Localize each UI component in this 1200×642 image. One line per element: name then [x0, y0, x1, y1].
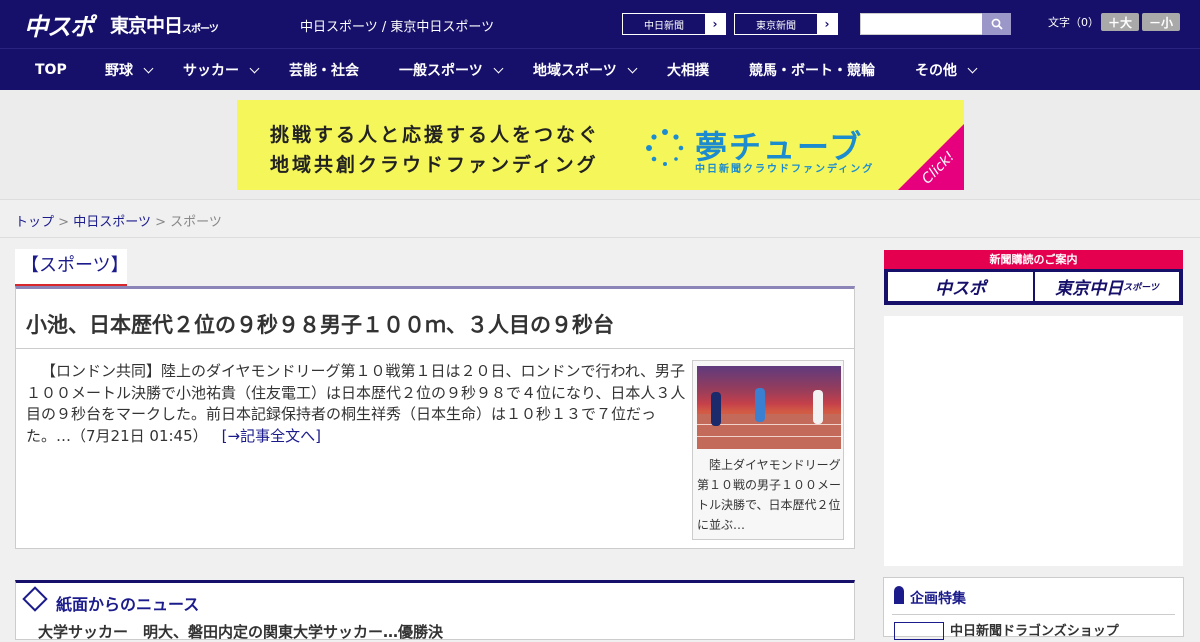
nav-item-general-sports[interactable]: 一般スポーツ	[399, 49, 504, 91]
article-header: 小池、日本歴代２位の９秒９８男子１００ｍ、３人目の９秒台	[16, 289, 854, 349]
article-title[interactable]: 小池、日本歴代２位の９秒９８男子１００ｍ、３人目の９秒台	[26, 309, 614, 339]
subscribe-chuspo-button[interactable]: 中スポ	[888, 272, 1033, 301]
nav-label: サッカー	[183, 63, 239, 79]
tokyo-chunichi-logo[interactable]: 東京中日スポーツ	[110, 11, 219, 38]
search-input[interactable]	[860, 13, 983, 35]
chevron-down-icon	[627, 63, 638, 73]
subscription-box: 新聞購読のご案内 中スポ 東京中日 スポーツ	[884, 250, 1183, 305]
article-photo[interactable]	[697, 366, 841, 449]
font-size-label: 文字（0）	[1048, 16, 1099, 29]
ribbon-icon	[894, 586, 904, 604]
runner-figure	[711, 392, 721, 426]
chevron-right-icon: ›	[705, 14, 725, 34]
breadcrumb-site[interactable]: 中日スポーツ	[73, 215, 151, 230]
breadcrumb-area: トップ > 中日スポーツ > スポーツ	[0, 201, 1200, 238]
subscribe-tokyo-main: 東京中日	[1055, 279, 1124, 299]
article-photo-card[interactable]: 陸上ダイヤモンドリーグ第１０戦の男子１００メートル決勝で、日本歴代２位に並ぶ…	[692, 360, 844, 540]
chunichi-shimbun-button[interactable]: 中日新聞 ›	[622, 13, 726, 35]
nav-item-other[interactable]: その他	[915, 49, 978, 91]
tokyo-shimbun-label: 東京新聞	[756, 20, 796, 32]
breadcrumb-sep: >	[58, 215, 70, 230]
news-item[interactable]: 大学サッカー 明大、磐田内定の関東大学サッカー…優勝決	[38, 621, 443, 642]
news-from-paper: 紙面からのニュース 大学サッカー 明大、磐田内定の関東大学サッカー…優勝決	[15, 580, 855, 642]
main-nav: TOP 野球 サッカー 芸能・社会 一般スポーツ 地域スポーツ 大相撲 競馬・ボ…	[0, 48, 1200, 90]
font-larger-button[interactable]: ＋大	[1101, 13, 1139, 31]
ad-slot	[884, 316, 1183, 566]
nav-label: TOP	[35, 62, 67, 78]
nav-item-sumo[interactable]: 大相撲	[667, 49, 709, 91]
banner-line1: 挑戦する人と応援する人をつなぐ	[270, 124, 601, 146]
article-card: 小池、日本歴代２位の９秒９８男子１００ｍ、３人目の９秒台 【ロンドン共同】陸上の…	[15, 286, 855, 549]
feature-box: 企画特集 中日新聞ドラゴンズショップ	[883, 577, 1184, 640]
subscribe-tokyo-small: スポーツ	[1123, 283, 1159, 293]
nav-label: 大相撲	[667, 63, 709, 79]
breadcrumb-home[interactable]: トップ	[15, 215, 54, 230]
banner-brand-sub: 中日新聞クラウドファンディング	[695, 164, 875, 175]
nav-item-baseball[interactable]: 野球	[105, 49, 154, 91]
tokyo-shimbun-button[interactable]: 東京新聞 ›	[734, 13, 838, 35]
divider	[892, 614, 1175, 615]
subscribe-tokyo-button[interactable]: 東京中日 スポーツ	[1035, 272, 1179, 301]
tokyo-logo-main: 東京中日	[110, 15, 183, 37]
chevron-down-icon	[143, 63, 154, 73]
chevron-right-icon: ›	[817, 14, 837, 34]
section-title: 【スポーツ】	[15, 249, 129, 287]
runner-figure	[755, 388, 765, 422]
font-smaller-button[interactable]: －小	[1142, 13, 1180, 31]
read-more-link[interactable]: [→記事全文へ]	[222, 427, 321, 445]
site-links[interactable]: 中日スポーツ / 東京中日スポーツ	[300, 16, 494, 35]
search-icon	[991, 18, 1003, 30]
nav-label: 一般スポーツ	[399, 63, 483, 79]
chunichi-shimbun-label: 中日新聞	[644, 20, 684, 32]
article-date: （7月21日 01:45）	[71, 426, 208, 445]
nav-label: 地域スポーツ	[533, 63, 617, 79]
nav-item-local-sports[interactable]: 地域スポーツ	[533, 49, 638, 91]
banner-area: 挑戦する人と応援する人をつなぐ 地域共創クラウドファンディング 夢チューブ 中日…	[0, 90, 1200, 200]
photo-lane	[697, 436, 841, 437]
nav-label: 競馬・ボート・競輪	[749, 63, 875, 79]
breadcrumb-sep: >	[155, 215, 166, 230]
tokyo-logo-small: スポーツ	[182, 24, 219, 35]
breadcrumb-current: スポーツ	[170, 215, 222, 230]
chevron-down-icon	[493, 63, 504, 73]
photo-caption: 陸上ダイヤモンドリーグ第１０戦の男子１００メートル決勝で、日本歴代２位に並ぶ…	[697, 458, 842, 532]
yume-tube-banner[interactable]: 挑戦する人と応援する人をつなぐ 地域共創クラウドファンディング 夢チューブ 中日…	[237, 100, 964, 190]
nav-item-entertainment[interactable]: 芸能・社会	[289, 49, 359, 91]
nav-label: 芸能・社会	[289, 63, 359, 79]
nav-item-racing[interactable]: 競馬・ボート・競輪	[749, 49, 875, 91]
subscription-heading: 新聞購読のご案内	[884, 250, 1183, 269]
runner-figure	[813, 390, 823, 424]
shop-thumbnail[interactable]	[894, 622, 944, 640]
feature-title: 企画特集	[910, 591, 966, 607]
nav-label: その他	[915, 63, 957, 79]
dots-logo-icon	[646, 129, 684, 166]
chevron-down-icon	[967, 63, 978, 73]
chuspo-logo[interactable]: 中スポ	[24, 7, 94, 42]
chevron-down-icon	[249, 63, 260, 73]
breadcrumb: トップ > 中日スポーツ > スポーツ	[15, 211, 222, 230]
banner-line2: 地域共創クラウドファンディング	[270, 154, 599, 176]
nav-label: 野球	[105, 63, 133, 79]
nav-item-soccer[interactable]: サッカー	[183, 49, 260, 91]
search-button[interactable]	[982, 13, 1011, 35]
diamond-icon	[22, 586, 48, 612]
nav-item-top[interactable]: TOP	[35, 49, 67, 91]
news-section-title: 紙面からのニュース	[56, 595, 200, 614]
article-body: 【ロンドン共同】陸上のダイヤモンドリーグ第１０戦第１日は２０日、ロンドンで行われ…	[26, 361, 686, 447]
top-header: 中スポ 東京中日スポーツ 中日スポーツ / 東京中日スポーツ 中日新聞 › 東京…	[0, 0, 1200, 48]
